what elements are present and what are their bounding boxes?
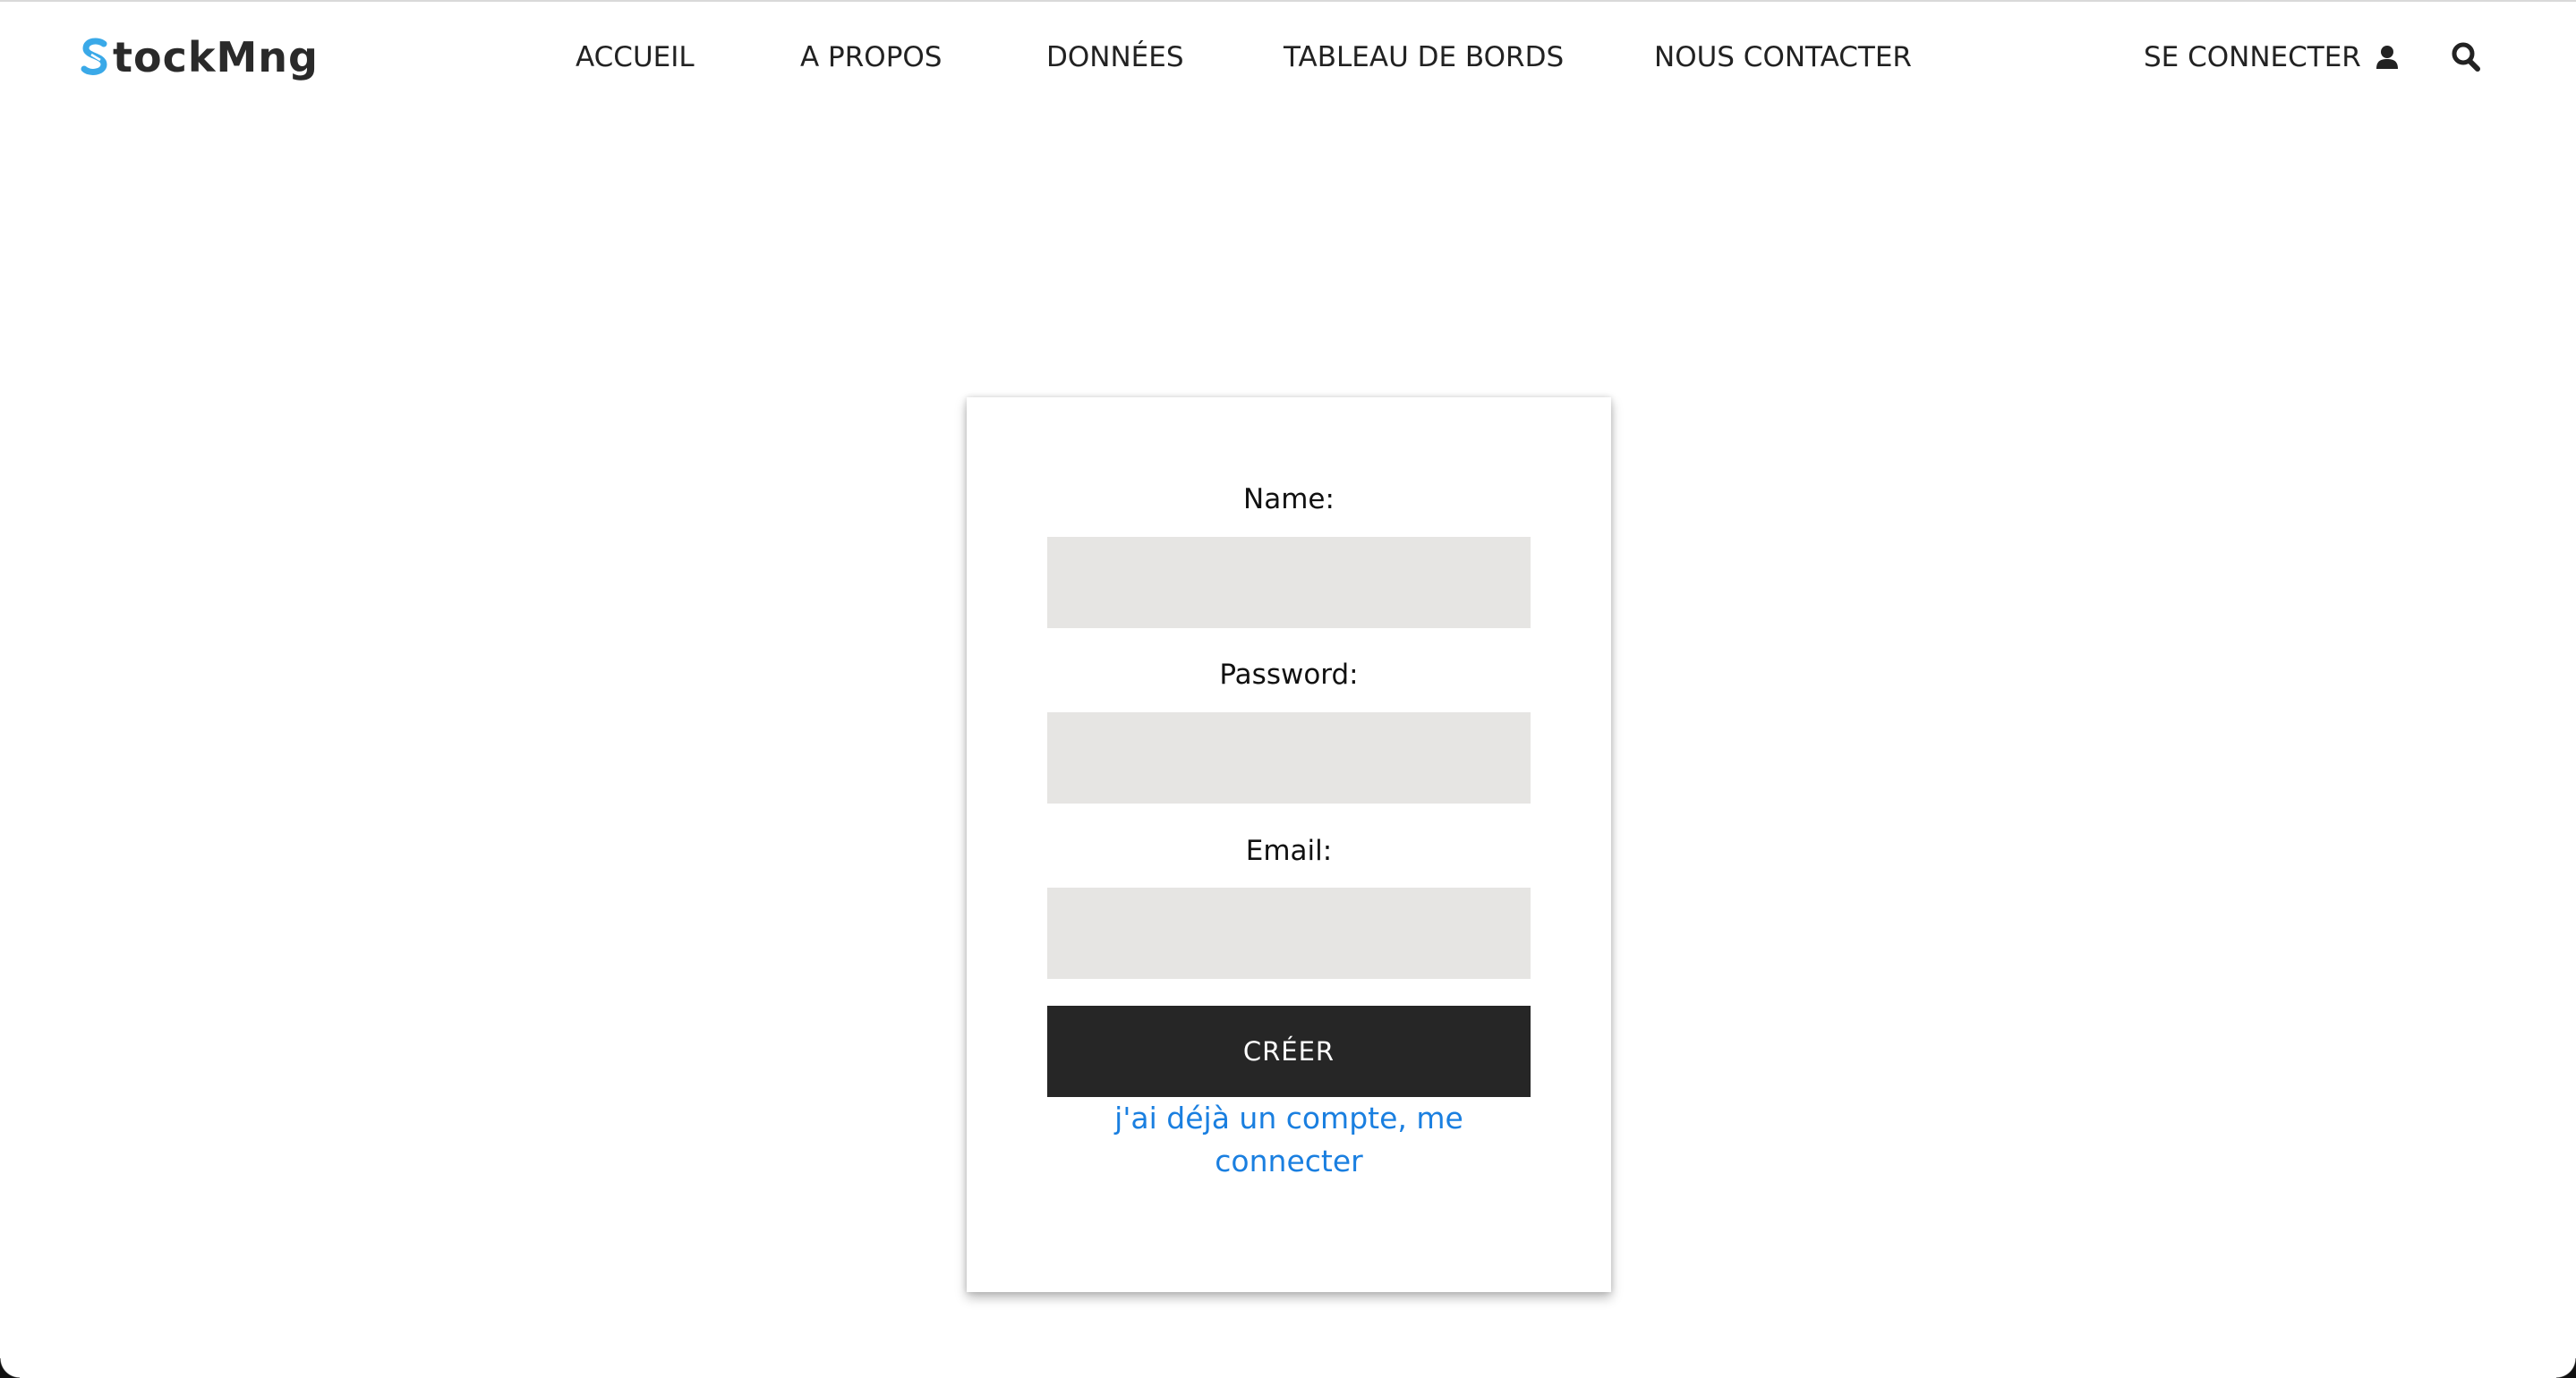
site-header: tockMng ACCUEIL A PROPOS DONNÉES TABLEAU… — [0, 2, 2576, 113]
password-label: Password: — [1219, 659, 1359, 691]
email-label: Email: — [1245, 835, 1333, 867]
nav-item-tableau-de-bords[interactable]: TABLEAU DE BORDS — [1284, 38, 1564, 77]
logo[interactable]: tockMng — [79, 29, 319, 86]
logo-text: tockMng — [113, 33, 319, 81]
search-icon[interactable] — [2451, 41, 2481, 73]
nav-item-a-propos[interactable]: A PROPOS — [800, 38, 942, 77]
login-label: SE CONNECTER — [2144, 41, 2361, 73]
window-corner-right — [2556, 1358, 2576, 1378]
window-corner-left — [0, 1358, 20, 1378]
signup-card: Name: Password: Email: CRÉER j'ai déjà u… — [967, 397, 1611, 1292]
nav-item-donnees[interactable]: DONNÉES — [1046, 38, 1184, 77]
signin-link[interactable]: j'ai déjà un compte, me connecter — [1047, 1097, 1531, 1183]
logo-s-icon — [81, 38, 107, 75]
name-label: Name: — [1243, 483, 1335, 515]
user-icon — [2376, 46, 2398, 69]
create-account-button[interactable]: CRÉER — [1047, 1006, 1531, 1097]
nav-item-accueil[interactable]: ACCUEIL — [576, 38, 695, 77]
password-input[interactable] — [1047, 712, 1531, 804]
email-input[interactable] — [1047, 888, 1531, 979]
nav-item-nous-contacter[interactable]: NOUS CONTACTER — [1654, 38, 1912, 77]
login-link[interactable]: SE CONNECTER — [2144, 38, 2399, 77]
name-input[interactable] — [1047, 537, 1531, 628]
